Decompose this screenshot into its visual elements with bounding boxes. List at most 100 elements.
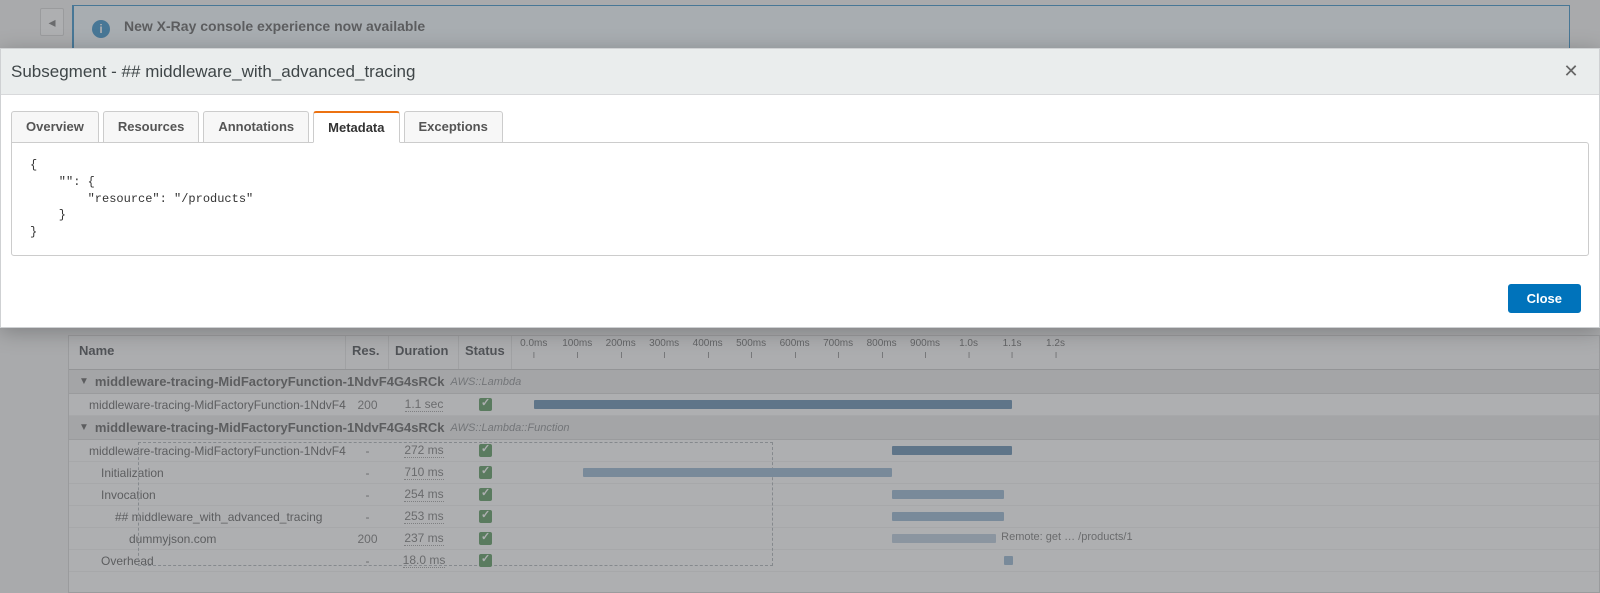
col-dur-header[interactable]: Duration <box>389 336 459 369</box>
timeline-tick: 1.1s <box>1003 338 1022 349</box>
trace-header-row: Name Res. Duration Status 0.0ms 100ms 200m… <box>69 336 1599 370</box>
trace-row[interactable]: ## middleware_with_advanced_tracing-253 … <box>69 506 1599 528</box>
segment-status <box>459 440 512 461</box>
timeline-tick: 500ms <box>736 338 766 349</box>
modal-tabs: OverviewResourcesAnnotationsMetadataExce… <box>11 111 1589 143</box>
segment-duration: 237 ms <box>389 528 459 549</box>
segment-name: middleware-tracing-MidFactoryFunction-1N… <box>69 394 346 415</box>
trace-row[interactable]: dummyjson.com200237 ms Remote: get … /pro… <box>69 528 1599 550</box>
col-name-header[interactable]: Name <box>69 336 346 369</box>
trace-timeline-panel: Name Res. Duration Status 0.0ms100ms200m… <box>68 335 1600 593</box>
segment-bar-track <box>512 550 1599 571</box>
segment-response: - <box>346 506 389 527</box>
segment-duration: 272 ms <box>389 440 459 461</box>
segment-bar-track <box>512 506 1599 527</box>
segment-bar-track: Remote: get … /products/1 <box>512 528 1599 549</box>
group-name: middleware-tracing-MidFactoryFunction-1N… <box>95 374 445 389</box>
segment-duration: 254 ms <box>389 484 459 505</box>
modal-header: Subsegment - ## middleware_with_advanced… <box>1 49 1599 95</box>
remote-label: Remote: get … /products/1 <box>1001 531 1132 543</box>
segment-response: - <box>346 550 389 571</box>
segment-name: dummyjson.com <box>69 528 346 549</box>
close-icon[interactable]: ✕ <box>1561 61 1581 82</box>
timeline-tick: 0.0ms <box>520 338 547 349</box>
segment-bar[interactable] <box>892 490 1004 499</box>
segment-response: 200 <box>346 528 389 549</box>
tab-resources[interactable]: Resources <box>103 111 199 143</box>
caret-down-icon: ▼ <box>79 422 89 433</box>
segment-duration: 710 ms <box>389 462 459 483</box>
metadata-json-box[interactable]: { "": { "resource": "/products" } } <box>11 142 1589 256</box>
segment-bar[interactable] <box>892 446 1012 455</box>
segment-name: middleware-tracing-MidFactoryFunction-1N… <box>69 440 346 461</box>
info-icon: i <box>92 20 110 38</box>
segment-response: 200 <box>346 394 389 415</box>
chevron-left-icon: ◂ <box>48 14 55 31</box>
segment-bar-track <box>512 462 1599 483</box>
segment-bar[interactable] <box>892 534 995 543</box>
timeline-ruler: 0.0ms 100ms 200ms 300ms 400ms 500ms 600ms 700ms… <box>512 336 1599 369</box>
timeline-tick: 700ms <box>823 338 853 349</box>
status-ok-icon <box>479 532 492 545</box>
segment-duration: 1.1 sec <box>389 394 459 415</box>
trace-group-header[interactable]: ▼ middleware-tracing-MidFactoryFunction-… <box>69 370 1599 394</box>
segment-response: - <box>346 462 389 483</box>
segment-bar[interactable] <box>534 400 1012 409</box>
segment-status <box>459 484 512 505</box>
segment-name: Initialization <box>69 462 346 483</box>
timeline-tick: 1.2s <box>1046 338 1065 349</box>
segment-status <box>459 394 512 415</box>
segment-bar[interactable] <box>1004 556 1013 565</box>
segment-status <box>459 506 512 527</box>
segment-bar-track <box>512 394 1599 415</box>
segment-name: ## middleware_with_advanced_tracing <box>69 506 346 527</box>
group-type: AWS::Lambda::Function <box>451 422 570 434</box>
tab-overview[interactable]: Overview <box>11 111 99 143</box>
status-ok-icon <box>479 398 492 411</box>
segment-status <box>459 550 512 571</box>
sidebar-collapse-button[interactable]: ◂ <box>40 8 64 36</box>
col-stat-header[interactable]: Status <box>459 336 512 369</box>
segment-bar-track <box>512 484 1599 505</box>
timeline-tick: 800ms <box>867 338 897 349</box>
tab-exceptions[interactable]: Exceptions <box>404 111 503 143</box>
info-banner-title: New X-Ray console experience now availab… <box>124 18 425 34</box>
modal-body: OverviewResourcesAnnotationsMetadataExce… <box>1 95 1599 274</box>
segment-bar[interactable] <box>892 512 1004 521</box>
status-ok-icon <box>479 444 492 457</box>
close-button[interactable]: Close <box>1508 284 1581 313</box>
group-type: AWS::Lambda <box>451 376 522 388</box>
trace-group-header[interactable]: ▼ middleware-tracing-MidFactoryFunction-… <box>69 416 1599 440</box>
timeline-tick: 200ms <box>606 338 636 349</box>
trace-row[interactable]: Invocation-254 ms <box>69 484 1599 506</box>
segment-response: - <box>346 484 389 505</box>
timeline-tick: 100ms <box>562 338 592 349</box>
segment-duration: 18.0 ms <box>389 550 459 571</box>
segment-name: Invocation <box>69 484 346 505</box>
trace-row[interactable]: Initialization-710 ms <box>69 462 1599 484</box>
trace-row[interactable]: middleware-tracing-MidFactoryFunction-1N… <box>69 440 1599 462</box>
status-ok-icon <box>479 466 492 479</box>
segment-status <box>459 462 512 483</box>
segment-bar[interactable] <box>583 468 893 477</box>
timeline-tick: 300ms <box>649 338 679 349</box>
timeline-tick: 400ms <box>693 338 723 349</box>
timeline-tick: 900ms <box>910 338 940 349</box>
tab-metadata[interactable]: Metadata <box>313 111 399 143</box>
status-ok-icon <box>479 488 492 501</box>
status-ok-icon <box>479 510 492 523</box>
timeline-tick: 600ms <box>780 338 810 349</box>
tab-annotations[interactable]: Annotations <box>203 111 309 143</box>
info-banner: i New X-Ray console experience now avail… <box>72 5 1570 51</box>
status-ok-icon <box>479 554 492 567</box>
modal-footer: Close <box>1 274 1599 327</box>
modal-title: Subsegment - ## middleware_with_advanced… <box>11 62 415 82</box>
trace-row[interactable]: middleware-tracing-MidFactoryFunction-1N… <box>69 394 1599 416</box>
segment-name: Overhead <box>69 550 346 571</box>
group-name: middleware-tracing-MidFactoryFunction-1N… <box>95 420 445 435</box>
trace-row[interactable]: Overhead-18.0 ms <box>69 550 1599 572</box>
segment-response: - <box>346 440 389 461</box>
col-res-header[interactable]: Res. <box>346 336 389 369</box>
segment-status <box>459 528 512 549</box>
caret-down-icon: ▼ <box>79 376 89 387</box>
